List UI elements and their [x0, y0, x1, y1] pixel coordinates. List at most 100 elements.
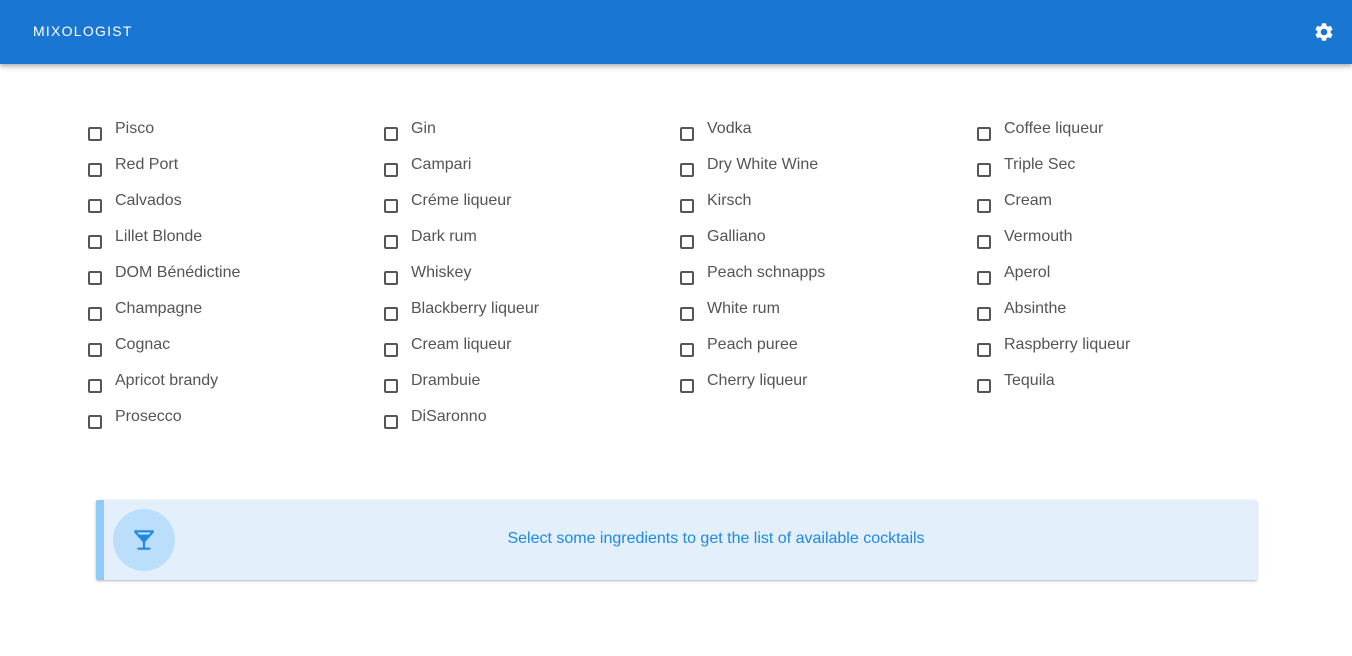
ingredient-option[interactable]: Gin [384, 116, 644, 152]
ingredient-checkbox[interactable] [88, 415, 102, 429]
ingredient-checkbox[interactable] [680, 199, 694, 213]
ingredient-checkbox[interactable] [88, 235, 102, 249]
ingredient-checkbox[interactable] [977, 235, 991, 249]
ingredient-label: Apricot brandy [115, 372, 219, 389]
ingredient-option[interactable]: Peach schnapps [680, 260, 940, 296]
ingredient-label: Prosecco [115, 408, 182, 425]
ingredient-label: Campari [411, 156, 472, 173]
ingredient-label: Créme liqueur [411, 192, 512, 209]
ingredient-label: Dark rum [411, 228, 477, 245]
ingredient-checkbox[interactable] [88, 307, 102, 321]
ingredient-checkbox[interactable] [384, 307, 398, 321]
ingredient-checkbox[interactable] [977, 127, 991, 141]
ingredient-option[interactable]: Tequila [977, 368, 1237, 404]
ingredient-label: Calvados [115, 192, 182, 209]
ingredient-option[interactable]: Pisco [88, 116, 348, 152]
ingredient-label: Tequila [1004, 372, 1055, 389]
ingredient-checkbox[interactable] [384, 127, 398, 141]
settings-button[interactable] [1308, 16, 1340, 48]
ingredient-checkbox[interactable] [88, 379, 102, 393]
ingredient-option[interactable]: Vodka [680, 116, 940, 152]
ingredient-label: Coffee liqueur [1004, 120, 1104, 137]
ingredient-checkbox[interactable] [680, 163, 694, 177]
ingredient-option[interactable]: Créme liqueur [384, 188, 644, 224]
ingredient-label: Cognac [115, 336, 171, 353]
app-title: MIXOLOGIST [33, 23, 133, 39]
ingredient-column: Vodka Dry White Wine Kirsch Galliano Peach s… [680, 116, 940, 404]
ingredient-option[interactable]: Campari [384, 152, 644, 188]
ingredient-checkbox[interactable] [680, 343, 694, 357]
ingredient-checkbox[interactable] [977, 163, 991, 177]
app-bar: MIXOLOGIST [0, 0, 1352, 64]
ingredient-option[interactable]: DiSaronno [384, 404, 644, 440]
ingredient-checkbox[interactable] [88, 199, 102, 213]
ingredient-checkbox[interactable] [977, 343, 991, 357]
ingredient-checkbox[interactable] [88, 163, 102, 177]
ingredient-label: Cream [1004, 192, 1053, 209]
ingredient-checkbox[interactable] [680, 307, 694, 321]
ingredient-option[interactable]: Cream liqueur [384, 332, 644, 368]
ingredient-label: DOM Bénédictine [115, 264, 241, 281]
ingredient-label: Gin [411, 120, 436, 137]
ingredient-checkbox[interactable] [384, 343, 398, 357]
ingredient-checkbox[interactable] [977, 307, 991, 321]
alert-message: Select some ingredients to get the list … [507, 530, 925, 547]
ingredient-option[interactable]: Dark rum [384, 224, 644, 260]
ingredient-label: Drambuie [411, 372, 481, 389]
ingredient-option[interactable]: Whiskey [384, 260, 644, 296]
ingredient-column: Pisco Red Port Calvados Lillet Blonde DOM Bé… [88, 116, 348, 440]
ingredient-label: White rum [707, 300, 780, 317]
ingredient-option[interactable]: Vermouth [977, 224, 1237, 260]
ingredient-option[interactable]: Calvados [88, 188, 348, 224]
ingredient-checkbox[interactable] [384, 271, 398, 285]
ingredient-checkbox[interactable] [384, 415, 398, 429]
ingredient-option[interactable]: Absinthe [977, 296, 1237, 332]
ingredient-checkbox[interactable] [680, 235, 694, 249]
ingredient-label: Cherry liqueur [707, 372, 808, 389]
ingredient-label: Raspberry liqueur [1004, 336, 1131, 353]
ingredient-option[interactable]: Blackberry liqueur [384, 296, 644, 332]
ingredient-label: Dry White Wine [707, 156, 819, 173]
ingredient-option[interactable]: Cognac [88, 332, 348, 368]
ingredient-option[interactable]: Kirsch [680, 188, 940, 224]
ingredient-option[interactable]: Triple Sec [977, 152, 1237, 188]
ingredient-option[interactable]: Coffee liqueur [977, 116, 1237, 152]
ingredient-label: Peach puree [707, 336, 798, 353]
ingredient-option[interactable]: Cream [977, 188, 1237, 224]
ingredient-checkbox[interactable] [384, 163, 398, 177]
ingredient-option[interactable]: DOM Bénédictine [88, 260, 348, 296]
ingredient-option[interactable]: Red Port [88, 152, 348, 188]
ingredient-label: Blackberry liqueur [411, 300, 540, 317]
ingredient-option[interactable]: Apricot brandy [88, 368, 348, 404]
ingredient-option[interactable]: Drambuie [384, 368, 644, 404]
gear-icon [1313, 21, 1335, 43]
ingredient-checkbox[interactable] [88, 127, 102, 141]
ingredient-checkbox[interactable] [977, 379, 991, 393]
ingredient-option[interactable]: Dry White Wine [680, 152, 940, 188]
ingredient-option[interactable]: Prosecco [88, 404, 348, 440]
ingredient-option[interactable]: Galliano [680, 224, 940, 260]
ingredient-checkbox[interactable] [977, 199, 991, 213]
ingredient-option[interactable]: Champagne [88, 296, 348, 332]
ingredient-label: Galliano [707, 228, 766, 245]
ingredient-option[interactable]: Aperol [977, 260, 1237, 296]
ingredient-option[interactable]: Lillet Blonde [88, 224, 348, 260]
ingredient-label: Lillet Blonde [115, 228, 203, 245]
ingredient-label: Kirsch [707, 192, 752, 209]
ingredient-option[interactable]: Cherry liqueur [680, 368, 940, 404]
ingredient-checkbox[interactable] [88, 271, 102, 285]
ingredient-label: Peach schnapps [707, 264, 826, 281]
ingredient-checkbox[interactable] [680, 379, 694, 393]
ingredient-option[interactable]: White rum [680, 296, 940, 332]
ingredient-option[interactable]: Raspberry liqueur [977, 332, 1237, 368]
ingredient-checkbox[interactable] [680, 127, 694, 141]
ingredient-label: Cream liqueur [411, 336, 512, 353]
ingredient-checkbox[interactable] [384, 199, 398, 213]
ingredient-checkbox[interactable] [384, 235, 398, 249]
ingredient-checkbox[interactable] [384, 379, 398, 393]
ingredient-checkbox[interactable] [680, 271, 694, 285]
ingredient-option[interactable]: Peach puree [680, 332, 940, 368]
ingredient-checkbox[interactable] [88, 343, 102, 357]
ingredient-label: Red Port [115, 156, 179, 173]
ingredient-checkbox[interactable] [977, 271, 991, 285]
